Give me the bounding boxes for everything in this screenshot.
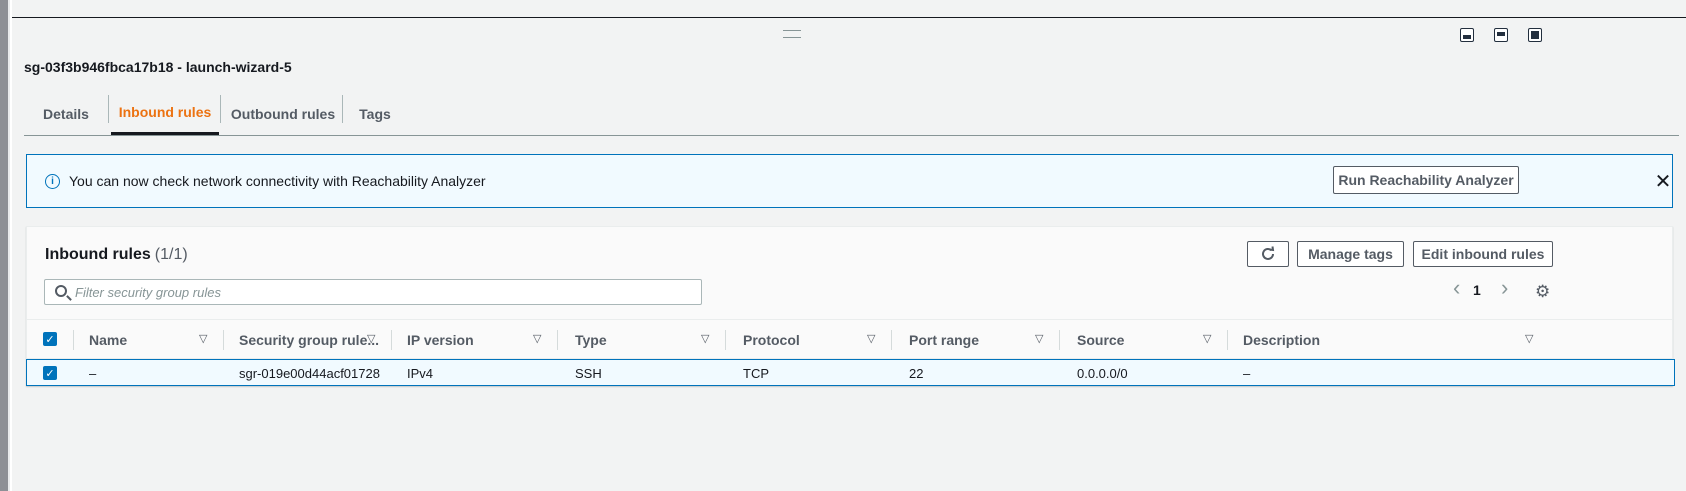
cell-rule-id[interactable]: sgr-019e00d44acf01728 — [239, 366, 380, 381]
drag-handle-icon[interactable] — [783, 30, 801, 38]
cell-name: – — [89, 366, 97, 381]
select-all-checkbox[interactable]: ✓ — [43, 332, 57, 346]
cell-type: SSH — [575, 366, 602, 381]
info-icon: i — [45, 174, 60, 189]
tab-details[interactable]: Details — [24, 92, 108, 136]
view-full-panel-icon[interactable] — [1528, 28, 1542, 42]
refresh-icon — [1262, 246, 1275, 260]
tab-bar: Details Inbound rules Outbound rules Tag… — [24, 92, 1679, 136]
column-divider — [391, 330, 392, 350]
gear-icon[interactable]: ⚙ — [1535, 282, 1550, 302]
cell-description: – — [1243, 366, 1251, 381]
inbound-rules-card: Inbound rules (1/1) Manage tags Edit inbo… — [26, 226, 1675, 386]
column-divider — [725, 330, 726, 350]
manage-tags-button[interactable]: Manage tags — [1297, 241, 1404, 267]
split-panel: sg-03f3b946fbca17b18 - launch-wizard-5 D… — [12, 0, 1686, 491]
column-divider — [223, 330, 224, 350]
panel-top-border — [12, 17, 1686, 18]
next-page-icon[interactable]: › — [1501, 275, 1508, 301]
column-divider — [1227, 330, 1228, 350]
sort-icon[interactable]: ▽ — [867, 332, 875, 345]
column-header-source[interactable]: Source — [1077, 332, 1124, 348]
view-bottom-panel-icon[interactable] — [1460, 28, 1474, 42]
search-icon — [55, 285, 67, 297]
security-group-title: sg-03f3b946fbca17b18 - launch-wizard-5 — [24, 59, 292, 75]
tab-inbound-rules[interactable]: Inbound rules — [111, 92, 219, 135]
card-title-text: Inbound rules — [45, 246, 151, 263]
card-title: Inbound rules (1/1) — [45, 246, 188, 264]
sort-icon[interactable]: ▽ — [1203, 332, 1211, 345]
sort-icon[interactable]: ▽ — [1525, 332, 1533, 345]
view-split-panel-icon[interactable] — [1494, 28, 1508, 42]
table-row[interactable]: ✓ – sgr-019e00d44acf01728 IPv4 SSH TCP 2… — [26, 359, 1675, 386]
cell-ip-version: IPv4 — [407, 366, 434, 381]
previous-page-icon[interactable]: ‹ — [1453, 275, 1460, 301]
tab-outbound-rules[interactable]: Outbound rules — [222, 92, 344, 136]
table-header: ✓ Name ▽ Security group rule... ▽ IP ver… — [27, 319, 1672, 359]
column-header-protocol[interactable]: Protocol — [743, 332, 800, 348]
tab-divider — [108, 95, 109, 123]
alert-message: You can now check network connectivity w… — [69, 173, 486, 189]
row-checkbox[interactable]: ✓ — [43, 366, 57, 380]
card-header: Inbound rules (1/1) Manage tags Edit inbo… — [27, 227, 1672, 319]
column-divider — [73, 330, 74, 350]
column-divider — [1059, 330, 1060, 350]
column-header-name[interactable]: Name — [89, 332, 127, 348]
sort-icon[interactable]: ▽ — [199, 332, 207, 345]
cell-protocol: TCP — [743, 366, 769, 381]
column-header-port-range[interactable]: Port range — [909, 332, 979, 348]
filter-search-input[interactable]: Filter security group rules — [44, 279, 702, 305]
refresh-button[interactable] — [1247, 241, 1289, 267]
tab-divider — [342, 95, 343, 123]
sort-icon[interactable]: ▽ — [533, 332, 541, 345]
column-header-description[interactable]: Description — [1243, 332, 1320, 348]
column-header-rule-id[interactable]: Security group rule... — [239, 332, 379, 348]
sort-icon[interactable]: ▽ — [367, 332, 375, 345]
sort-icon[interactable]: ▽ — [701, 332, 709, 345]
info-alert: i You can now check network connectivity… — [26, 154, 1673, 208]
column-header-type[interactable]: Type — [575, 332, 607, 348]
edit-inbound-rules-button[interactable]: Edit inbound rules — [1413, 241, 1553, 267]
page-number[interactable]: 1 — [1473, 282, 1481, 298]
column-divider — [891, 330, 892, 350]
sort-icon[interactable]: ▽ — [1035, 332, 1043, 345]
close-icon[interactable]: ✕ — [1651, 169, 1675, 193]
run-reachability-analyzer-button[interactable]: Run Reachability Analyzer — [1333, 166, 1519, 194]
tab-tags[interactable]: Tags — [344, 92, 406, 136]
tab-divider — [220, 95, 221, 123]
rules-count: (1/1) — [154, 246, 188, 263]
left-scrollbar[interactable] — [0, 0, 12, 491]
cell-port-range: 22 — [909, 366, 924, 381]
column-header-ip-version[interactable]: IP version — [407, 332, 474, 348]
search-placeholder: Filter security group rules — [75, 285, 221, 300]
cell-source: 0.0.0.0/0 — [1077, 366, 1128, 381]
column-divider — [557, 330, 558, 350]
